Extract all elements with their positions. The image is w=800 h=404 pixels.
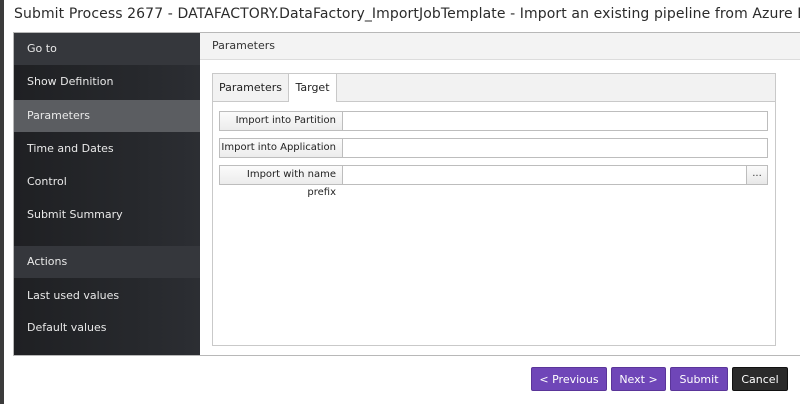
tab-container: Parameters Target Import into Partition …	[212, 73, 776, 346]
dialog-body: Go to Show Definition Parameters Time an…	[13, 32, 800, 356]
dialog-title: Submit Process 2677 - DATAFACTORY.DataFa…	[14, 6, 800, 22]
sidebar-item-last-used-values[interactable]: Last used values	[14, 280, 200, 312]
main-panel: Parameters Parameters Target Import into…	[200, 33, 800, 355]
field-row-application: Import into Application	[219, 138, 768, 158]
main-header-title: Parameters	[212, 39, 275, 52]
browse-button[interactable]: ...	[746, 165, 768, 185]
field-row-partition: Import into Partition	[219, 111, 768, 131]
sidebar-header-actions: Actions	[14, 246, 200, 278]
previous-button[interactable]: < Previous	[531, 367, 607, 391]
sidebar-item-show-definition[interactable]: Show Definition	[14, 66, 200, 98]
submit-button[interactable]: Submit	[670, 367, 728, 391]
submit-process-dialog: Submit Process 2677 - DATAFACTORY.DataFa…	[4, 0, 800, 404]
sidebar-item-control[interactable]: Control	[14, 166, 200, 198]
import-with-name-prefix-label: Import with name prefix	[219, 165, 343, 198]
sidebar-item-default-values[interactable]: Default values	[14, 312, 200, 344]
import-into-application-input[interactable]	[343, 138, 768, 158]
sidebar-item-parameters[interactable]: Parameters	[14, 100, 200, 132]
sidebar: Go to Show Definition Parameters Time an…	[14, 33, 200, 355]
main-header: Parameters	[200, 33, 800, 60]
sidebar-item-time-and-dates[interactable]: Time and Dates	[14, 133, 200, 165]
import-into-partition-input[interactable]	[343, 111, 768, 131]
cancel-button[interactable]: Cancel	[732, 367, 788, 391]
next-button[interactable]: Next >	[611, 367, 666, 391]
import-into-application-label: Import into Application	[219, 138, 343, 158]
import-with-name-prefix-input[interactable]	[343, 165, 747, 185]
sidebar-item-submit-summary[interactable]: Submit Summary	[14, 199, 200, 231]
tab-target[interactable]: Target	[289, 74, 337, 102]
sidebar-header-goto: Go to	[14, 33, 200, 65]
import-into-partition-label: Import into Partition	[219, 111, 343, 131]
tab-parameters[interactable]: Parameters	[213, 74, 289, 101]
tab-strip: Parameters Target	[213, 74, 775, 102]
field-row-name-prefix: Import with name prefix ...	[219, 165, 768, 198]
